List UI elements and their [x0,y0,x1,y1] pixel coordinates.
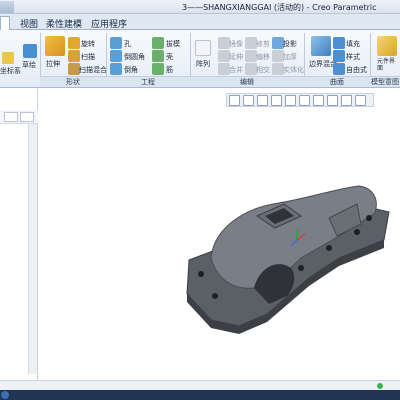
solidify-button[interactable]: 实体化 [283,65,304,75]
zoom-in-icon[interactable] [243,95,254,106]
repaint-icon[interactable] [271,95,282,106]
swept-blend-button[interactable]: 扫描混合 [79,65,107,75]
model-bolt-hole [326,245,332,251]
mirror-button[interactable]: 镜像 [229,39,243,49]
sketch-button[interactable]: 草绘 [22,60,36,70]
part-model [186,185,390,334]
group-label-surfaces: 曲面 [304,76,370,87]
pattern-button[interactable]: 阵列 [196,59,210,69]
model-bolt-hole [366,215,372,221]
saved-view-icon[interactable] [299,95,310,106]
display-style-icon[interactable] [285,95,296,106]
title-bar: 3——SHANGXIANGGAI (活动的) - Creo Parametric [0,0,400,14]
show-dropdown[interactable] [20,112,34,122]
fill-button[interactable]: 填充 [346,39,360,49]
sweep-icon[interactable] [68,50,80,62]
tab-applications[interactable]: 应用程序 [87,16,131,30]
round-icon[interactable] [110,50,122,62]
boundary-blend-icon[interactable] [311,36,331,56]
chamfer-button[interactable]: 倒角 [124,65,138,75]
rib-button[interactable]: 筋 [166,65,173,75]
rib-icon[interactable] [152,63,164,75]
datum-display-icon[interactable] [327,95,338,106]
extend-button[interactable]: 延伸 [229,52,243,62]
model-bolt-hole [298,265,304,271]
thicken-button[interactable]: 加厚 [283,52,297,62]
group-label-model-intent: 模型意图 [370,76,400,87]
regeneration-status-icon[interactable] [377,383,383,389]
coordinate-system-icon[interactable] [2,52,14,64]
model-bolt-hole [198,271,204,277]
graphics-toolbar [226,93,374,107]
model-bolt-hole [354,229,360,235]
window-title: 3——SHANGXIANGGAI (活动的) - Creo Parametric [182,3,377,12]
draft-button[interactable]: 拔模 [166,39,180,49]
component-interface-icon[interactable] [377,36,397,56]
spin-center-icon[interactable] [341,95,352,106]
style-icon[interactable] [333,50,345,62]
component-interface-button[interactable]: 元件界面 [377,58,399,72]
hole-button[interactable]: 孔 [124,39,131,49]
group-label-editing: 编辑 [190,76,304,87]
os-taskbar [0,390,400,400]
annotation-icon[interactable] [355,95,366,106]
sketch-icon[interactable] [23,44,37,58]
zoom-out-icon[interactable] [257,95,268,106]
round-button[interactable]: 倒圆角 [124,52,145,62]
section-view-icon[interactable] [313,95,324,106]
tab-flexible-modeling[interactable]: 柔性建模 [42,16,86,30]
intersect-button[interactable]: 相交 [256,65,270,75]
pattern-icon[interactable] [195,40,211,56]
style-button[interactable]: 样式 [346,52,360,62]
coordinate-system-label[interactable]: 坐标系 [0,66,21,76]
revolve-icon[interactable] [68,37,80,49]
freestyle-button[interactable]: 自由式 [346,65,367,75]
freestyle-icon[interactable] [333,63,345,75]
sweep-button[interactable]: 扫描 [81,52,95,62]
fill-icon[interactable] [333,37,345,49]
revolve-button[interactable]: 旋转 [81,39,95,49]
tab-view[interactable]: 视图 [16,16,42,30]
model-tree-panel [0,88,38,380]
shell-button[interactable]: 壳 [166,52,173,62]
status-bar [0,380,400,390]
settings-dropdown[interactable] [4,112,18,122]
draft-icon[interactable] [152,37,164,49]
extrude-icon[interactable] [45,36,65,56]
model-tree-scrollbar[interactable] [28,124,37,374]
trim-button[interactable]: 修剪 [256,39,270,49]
group-label-engineering: 工程 [106,76,190,87]
shell-icon[interactable] [152,50,164,62]
ribbon-tab-bar: 视图 柔性建模 应用程序 [0,14,400,30]
group-label-shapes: 形状 [40,76,106,87]
model-tree-toolbar [0,110,38,124]
start-icon[interactable] [1,391,9,399]
hole-icon[interactable] [110,37,122,49]
extrude-button[interactable]: 拉伸 [46,59,60,69]
quick-access-toolbar[interactable] [0,1,14,13]
model-bolt-hole [212,293,218,299]
merge-button[interactable]: 合并 [229,65,243,75]
chamfer-icon[interactable] [110,63,122,75]
zoom-fit-icon[interactable] [229,95,240,106]
tab-model[interactable] [0,16,10,30]
graphics-viewport[interactable] [39,108,400,380]
project-button[interactable]: 投影 [283,39,297,49]
offset-button[interactable]: 偏移 [256,52,270,62]
